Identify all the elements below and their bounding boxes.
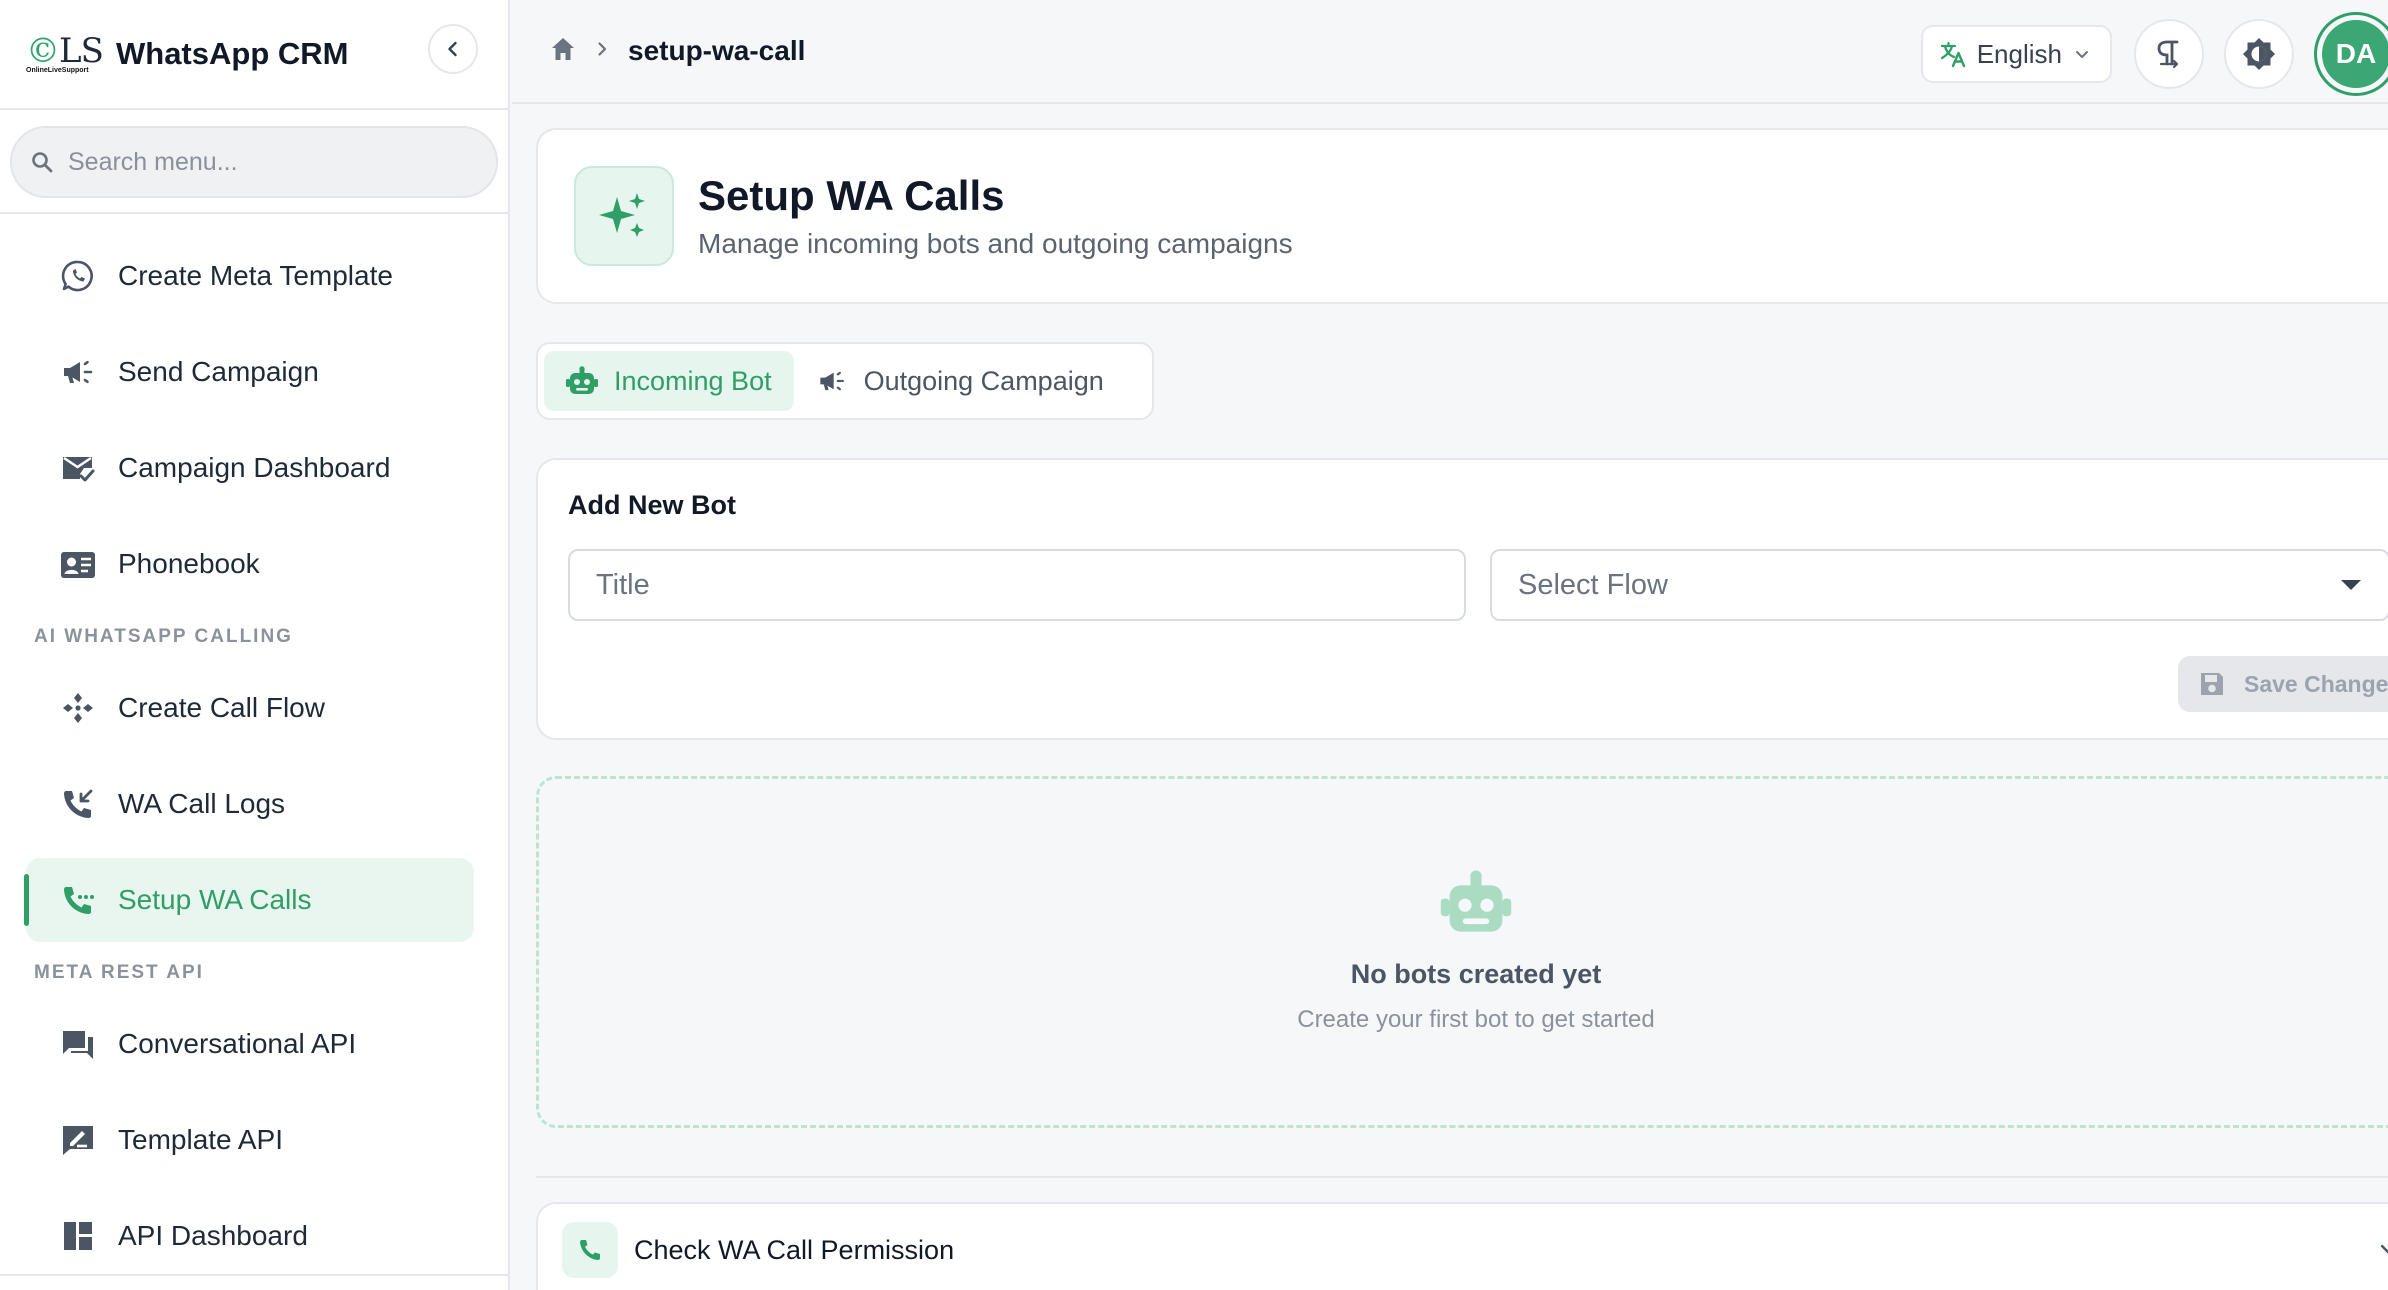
sidebar-item-wa-call-logs[interactable]: WA Call Logs [26, 762, 474, 846]
section-header-ai-calling: AI WHATSAPP CALLING [34, 626, 293, 647]
tab-label: Incoming Bot [614, 365, 772, 396]
translate-icon [1940, 41, 1965, 68]
edit-box-icon [58, 1120, 98, 1160]
contact-card-icon [58, 544, 98, 584]
sidebar-item-label: Setup WA Calls [118, 884, 312, 915]
sidebar-divider [0, 1274, 508, 1276]
tab-label: Outgoing Campaign [863, 365, 1104, 396]
brightness-icon [2243, 38, 2275, 70]
sidebar-item-send-campaign[interactable]: Send Campaign [26, 330, 474, 414]
section-header-meta-rest-api: META REST API [34, 962, 204, 983]
add-bot-card: Add New Bot Select Flow Save Changes [536, 458, 2388, 740]
title-input[interactable] [596, 568, 1438, 602]
sidebar-nav: Create Meta Template Send Campaign Campa… [0, 214, 508, 1278]
search-wrapper [0, 110, 508, 214]
search-input[interactable] [68, 147, 448, 177]
collapse-sidebar-button[interactable] [428, 24, 478, 74]
brand-name: WhatsApp CRM [116, 36, 349, 71]
brand-logo[interactable]: ©LS OnlineLiveSupport [26, 30, 104, 77]
dashboard-icon [58, 1216, 98, 1256]
avatar-ring[interactable]: DA [2314, 12, 2388, 96]
theme-toggle-button[interactable] [2224, 19, 2294, 89]
text-direction-button[interactable] [2134, 19, 2204, 89]
sidebar-item-label: Campaign Dashboard [118, 452, 391, 483]
chevron-down-icon [2380, 1244, 2388, 1254]
select-flow-value: Select Flow [1518, 568, 1668, 601]
sidebar-item-label: API Dashboard [118, 1220, 308, 1251]
bot-form-fields: Select Flow [568, 549, 2388, 621]
check-permission-label: Check WA Call Permission [634, 1234, 955, 1265]
page-subtitle: Manage incoming bots and outgoing campai… [698, 228, 1293, 259]
empty-state: No bots created yet Create your first bo… [536, 776, 2388, 1128]
brand-header: ©LS OnlineLiveSupport WhatsApp CRM [0, 0, 508, 110]
whatsapp-icon [58, 256, 98, 296]
sidebar-item-conversational-api[interactable]: Conversational API [26, 1002, 474, 1086]
sparkles-icon [574, 166, 674, 266]
top-actions: English DA [1920, 12, 2388, 96]
language-selector[interactable]: English [1920, 25, 2112, 83]
megaphone-icon [58, 352, 98, 392]
search-box[interactable] [10, 126, 498, 198]
add-bot-title: Add New Bot [568, 490, 736, 520]
page-header-card: Setup WA Calls Manage incoming bots and … [536, 128, 2388, 304]
sidebar-item-label: Send Campaign [118, 356, 319, 387]
save-changes-label: Save Changes [2244, 670, 2388, 697]
mode-tabs: Incoming Bot Outgoing Campaign [536, 342, 1154, 420]
sidebar-item-phonebook[interactable]: Phonebook [26, 522, 474, 606]
avatar: DA [2322, 20, 2388, 88]
pilcrow-icon [2157, 40, 2179, 69]
sidebar-item-template-api[interactable]: Template API [26, 1098, 474, 1182]
sidebar-item-label: Create Meta Template [118, 260, 393, 291]
sidebar: ©LS OnlineLiveSupport WhatsApp CRM Creat… [0, 0, 510, 1290]
search-icon [32, 152, 53, 173]
breadcrumb: setup-wa-call [548, 34, 805, 69]
topbar: setup-wa-call English DA [512, 0, 2388, 104]
title-field[interactable] [568, 549, 1466, 621]
logo-subtext: OnlineLiveSupport [26, 66, 89, 74]
save-changes-button[interactable]: Save Changes [2178, 656, 2388, 712]
sidebar-item-label: Template API [118, 1124, 283, 1155]
chevron-left-icon [448, 41, 457, 57]
page-header-text: Setup WA Calls Manage incoming bots and … [698, 172, 1293, 260]
main-content: Setup WA Calls Manage incoming bots and … [536, 128, 2388, 1290]
section-divider [536, 1176, 2388, 1178]
sidebar-item-label: Phonebook [118, 548, 260, 579]
language-label: English [1976, 38, 2062, 69]
check-permission-accordion[interactable]: Check WA Call Permission [536, 1202, 2388, 1290]
sidebar-item-label: WA Call Logs [118, 788, 286, 819]
breadcrumb-current: setup-wa-call [628, 35, 806, 66]
empty-state-subtitle: Create your first bot to get started [1297, 1006, 1655, 1033]
sidebar-item-create-call-flow[interactable]: Create Call Flow [26, 666, 474, 750]
mail-check-icon [58, 448, 98, 488]
flow-diamond-icon [58, 688, 98, 728]
empty-state-title: No bots created yet [1350, 959, 1602, 989]
megaphone-icon [819, 370, 844, 392]
home-icon[interactable] [548, 34, 578, 69]
phone-dots-icon [58, 880, 98, 920]
sidebar-item-label: Create Call Flow [118, 692, 325, 723]
chevron-down-icon [2076, 51, 2088, 58]
phone-icon [562, 1222, 618, 1278]
sidebar-item-create-meta-template[interactable]: Create Meta Template [26, 234, 474, 318]
robot-icon [566, 366, 598, 394]
save-icon [2201, 673, 2223, 695]
page-title: Setup WA Calls [698, 172, 1005, 219]
sidebar-item-label: Conversational API [118, 1028, 357, 1059]
tab-incoming-bot[interactable]: Incoming Bot [544, 351, 794, 411]
breadcrumb-separator-icon [594, 41, 610, 62]
sidebar-item-api-dashboard[interactable]: API Dashboard [26, 1194, 474, 1278]
caret-down-icon [2341, 580, 2361, 590]
select-flow-dropdown[interactable]: Select Flow [1490, 549, 2388, 621]
tab-outgoing-campaign[interactable]: Outgoing Campaign [794, 351, 1126, 411]
phone-incoming-icon [58, 784, 98, 824]
sidebar-item-setup-wa-calls[interactable]: Setup WA Calls [24, 858, 474, 942]
sidebar-item-campaign-dashboard[interactable]: Campaign Dashboard [26, 426, 474, 510]
robot-icon [1439, 870, 1513, 941]
chat-bubbles-icon [58, 1024, 98, 1064]
logo-mark: ©LS [26, 30, 104, 71]
